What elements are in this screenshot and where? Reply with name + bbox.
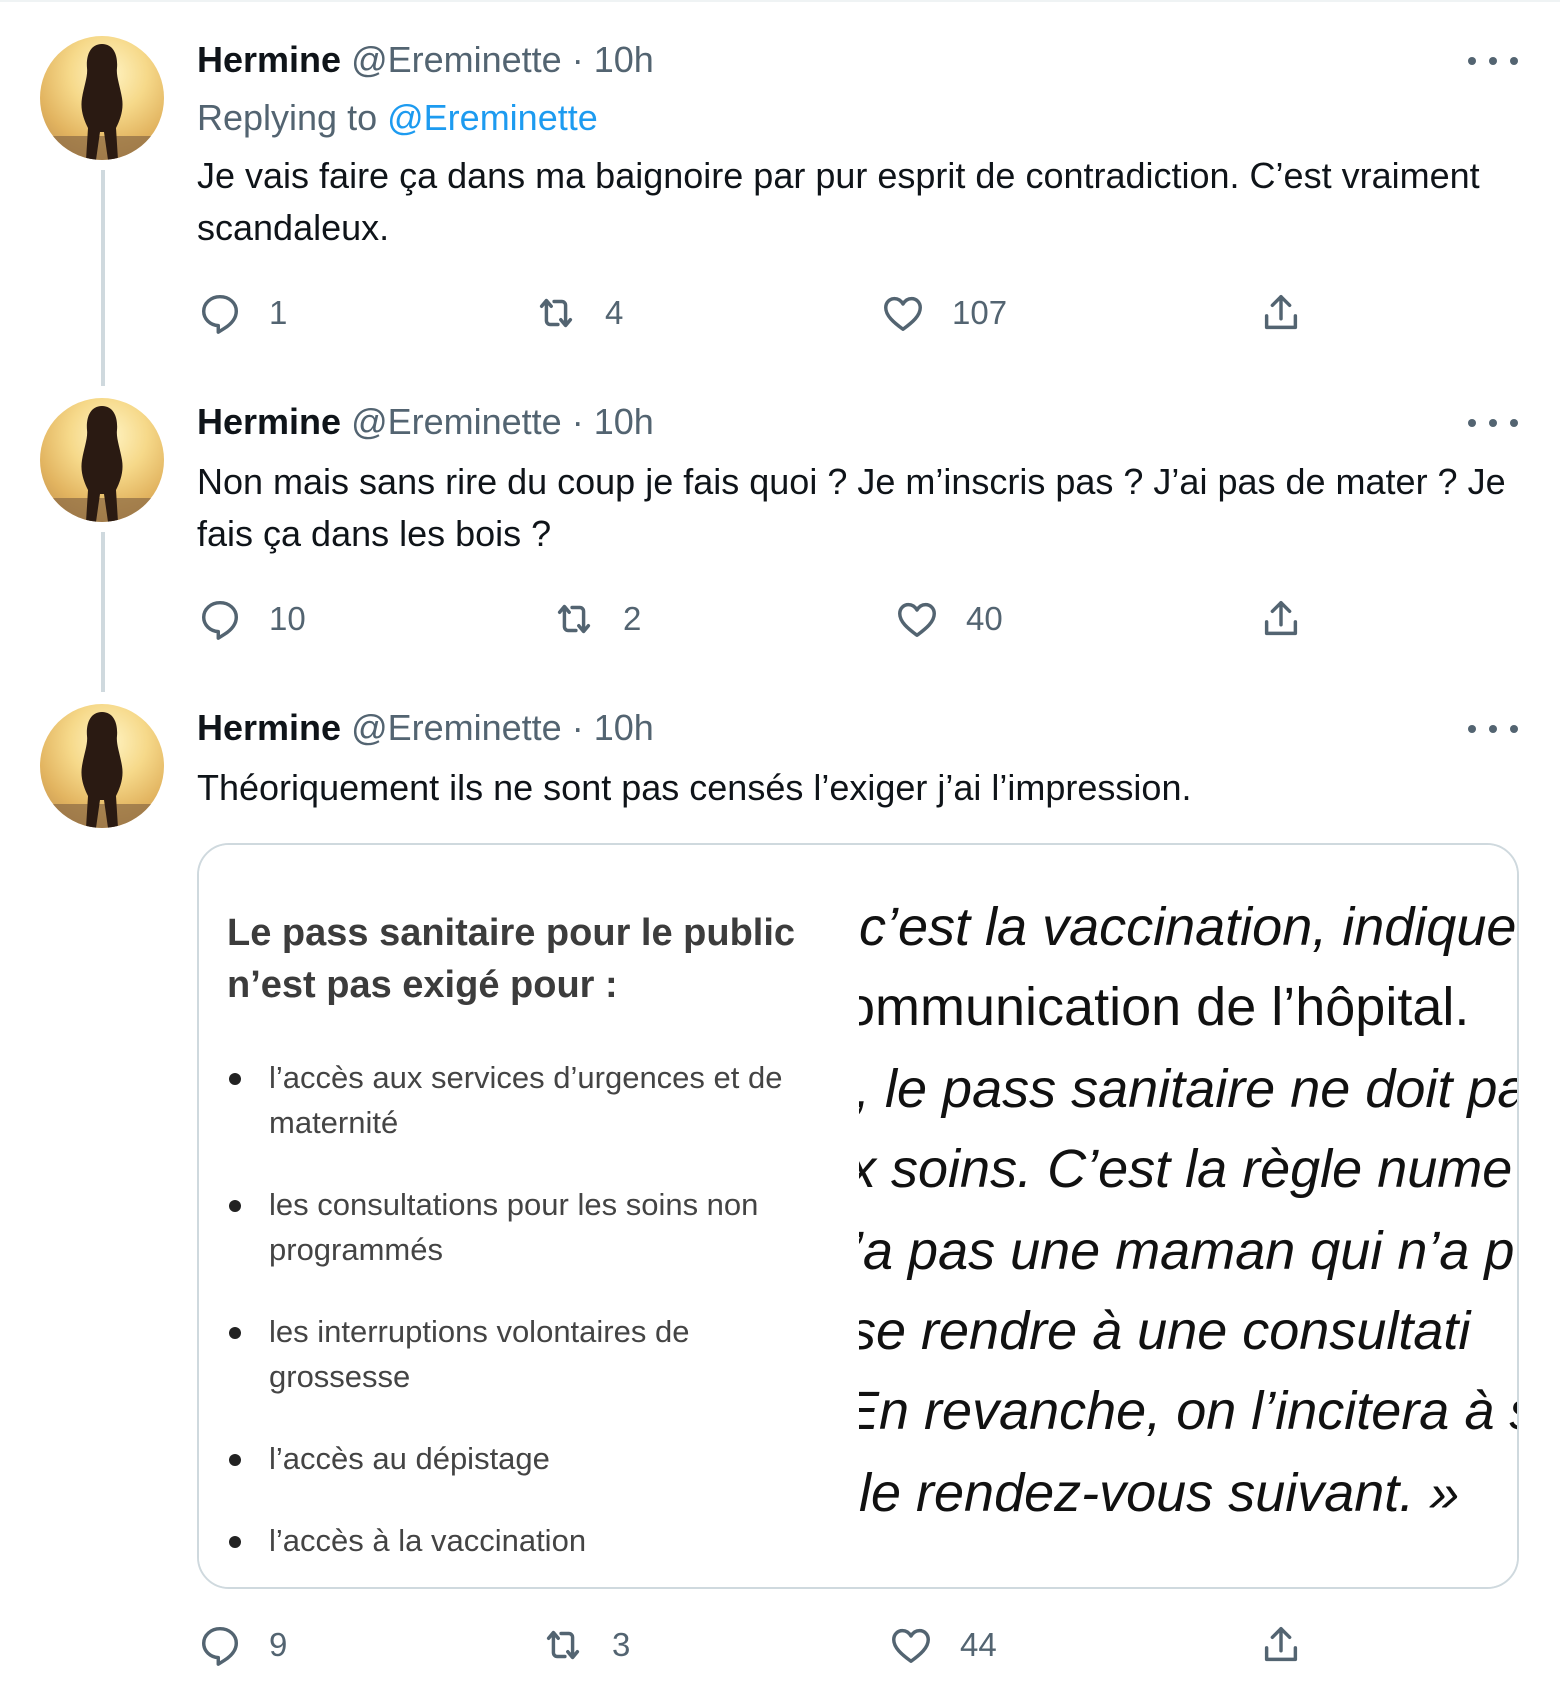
list-item: l’accès aux services d’urgences et de ma… — [227, 1055, 827, 1145]
share-icon — [1258, 1622, 1304, 1668]
list-item: l’accès au dépistage — [227, 1436, 827, 1481]
list-item: les consultations pour les soins non pro… — [227, 1182, 827, 1272]
quote-line: , le pass sanitaire ne doit pa — [859, 1059, 1517, 1119]
retweet-count: 3 — [612, 1626, 631, 1663]
timestamp[interactable]: 10h — [594, 707, 654, 748]
heart-icon — [888, 1622, 934, 1668]
user-handle[interactable]: @Ereminette — [351, 707, 562, 748]
tweet-header: Hermine @Ereminette · 10h — [197, 706, 654, 750]
list-item: les interruptions volontaires de grosses… — [227, 1309, 827, 1399]
like-button[interactable]: 44 — [888, 1622, 997, 1668]
reply-button[interactable]: 9 — [197, 1622, 287, 1668]
card-title: Le pass sanitaire pour le public n’est p… — [227, 912, 796, 1006]
list-item: l’accès à la vaccination — [227, 1518, 827, 1563]
more-icon[interactable] — [1468, 714, 1518, 744]
quote-line: ommunication de l’hôpital. — [859, 977, 1470, 1037]
avatar[interactable] — [40, 704, 164, 828]
quote-line: le rendez-vous suivant. » — [859, 1463, 1460, 1523]
display-name[interactable]: Hermine — [197, 707, 341, 748]
quote-line: En revanche, on l’incitera à s — [859, 1381, 1517, 1441]
card-image-left[interactable]: Le pass sanitaire pour le public n’est p… — [199, 845, 859, 1587]
reply-icon — [197, 1622, 243, 1668]
tweet[interactable]: Hermine @Ereminette · 10h Théoriquement … — [0, 0, 1560, 1700]
like-count: 44 — [960, 1626, 997, 1663]
separator: · — [571, 707, 584, 748]
quote-line: ’a pas une maman qui n’a p — [859, 1221, 1515, 1281]
avatar-silhouette-icon — [40, 712, 164, 828]
reply-count: 9 — [269, 1626, 288, 1663]
retweet-icon — [540, 1622, 586, 1668]
tweet-text: Théoriquement ils ne sont pas censés l’e… — [197, 767, 1192, 808]
retweet-button[interactable]: 3 — [540, 1622, 630, 1668]
quote-line: c’est la vaccination, indique — [859, 897, 1517, 957]
quote-line: se rendre à une consultati — [859, 1301, 1471, 1361]
quote-line: x soins. C’est la règle nume — [859, 1139, 1513, 1199]
card-image-right[interactable]: c’est la vaccination, indique ommunicati… — [859, 845, 1517, 1587]
share-button[interactable] — [1258, 1622, 1304, 1668]
media-card[interactable]: Le pass sanitaire pour le public n’est p… — [197, 843, 1519, 1589]
